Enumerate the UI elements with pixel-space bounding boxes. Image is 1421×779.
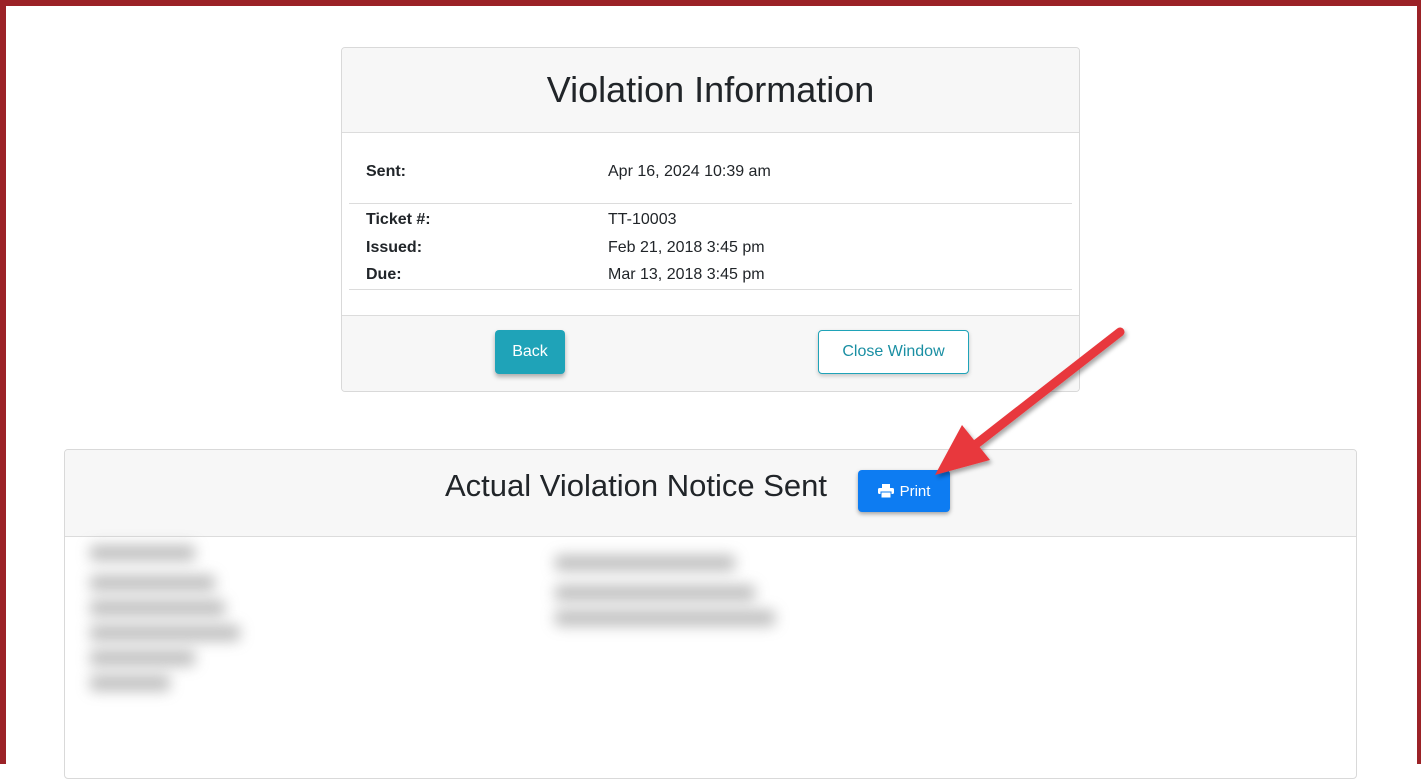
due-value: Mar 13, 2018 3:45 pm [608,266,765,283]
close-window-button[interactable]: Close Window [818,330,969,374]
redacted-text [90,600,225,616]
redacted-text [90,545,195,561]
redacted-text [90,675,170,691]
due-label: Due: [366,266,402,283]
divider [349,289,1072,290]
sent-value: Apr 16, 2024 10:39 am [608,163,771,180]
violation-info-body: Sent: Apr 16, 2024 10:39 am Ticket #: TT… [342,133,1079,319]
redacted-text [90,575,215,591]
print-label: Print [899,482,931,500]
redacted-text [555,585,755,601]
violation-info-title: Violation Information [342,48,1079,133]
sent-label: Sent: [366,163,406,180]
violation-info-footer: Back Close Window [342,315,1079,391]
ticket-label: Ticket #: [366,211,431,228]
issued-value: Feb 21, 2018 3:45 pm [608,239,765,256]
redacted-text [90,625,240,641]
ticket-value: TT-10003 [608,211,677,228]
violation-info-card: Violation Information Sent: Apr 16, 2024… [341,47,1080,392]
redacted-text [555,555,735,571]
back-button[interactable]: Back [495,330,565,374]
violation-notice-header: Actual Violation Notice Sent Print [65,450,1356,537]
redacted-text [90,650,195,666]
redacted-text [555,610,775,626]
violation-notice-card: Actual Violation Notice Sent Print [64,449,1357,779]
printer-icon [877,484,894,498]
divider [349,203,1072,204]
violation-notice-title: Actual Violation Notice Sent [445,468,827,503]
issued-label: Issued: [366,239,423,256]
print-button[interactable]: Print [858,470,950,512]
